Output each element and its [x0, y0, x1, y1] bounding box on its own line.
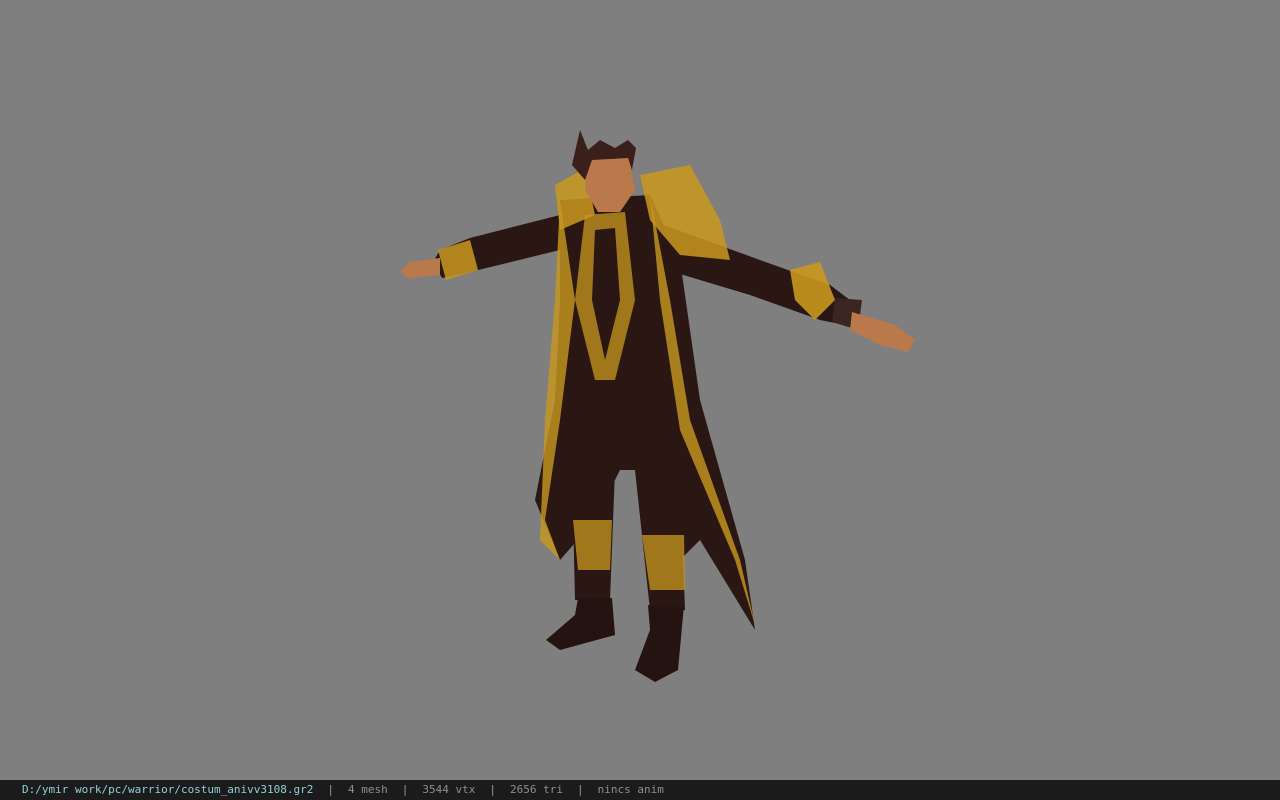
- boot-left: [546, 598, 615, 650]
- separator: |: [327, 783, 335, 796]
- vertex-count: 3544 vtx: [422, 783, 476, 796]
- animation-status: nincs anim: [597, 783, 664, 796]
- file-path: D:/ymir work/pc/warrior/costum_anivv3108…: [22, 783, 314, 796]
- status-bar: D:/ymir work/pc/warrior/costum_anivv3108…: [0, 780, 1280, 800]
- boot-right: [635, 605, 684, 682]
- right-hand: [850, 312, 915, 352]
- model-viewport[interactable]: [0, 0, 1280, 780]
- separator: |: [489, 783, 497, 796]
- triangle-count: 2656 tri: [510, 783, 563, 796]
- character-model-icon: [400, 130, 915, 682]
- mesh-count: 4 mesh: [348, 783, 388, 796]
- separator: |: [401, 783, 409, 796]
- leg-left-trim: [573, 520, 612, 570]
- separator: |: [577, 783, 584, 796]
- left-hand: [400, 258, 440, 278]
